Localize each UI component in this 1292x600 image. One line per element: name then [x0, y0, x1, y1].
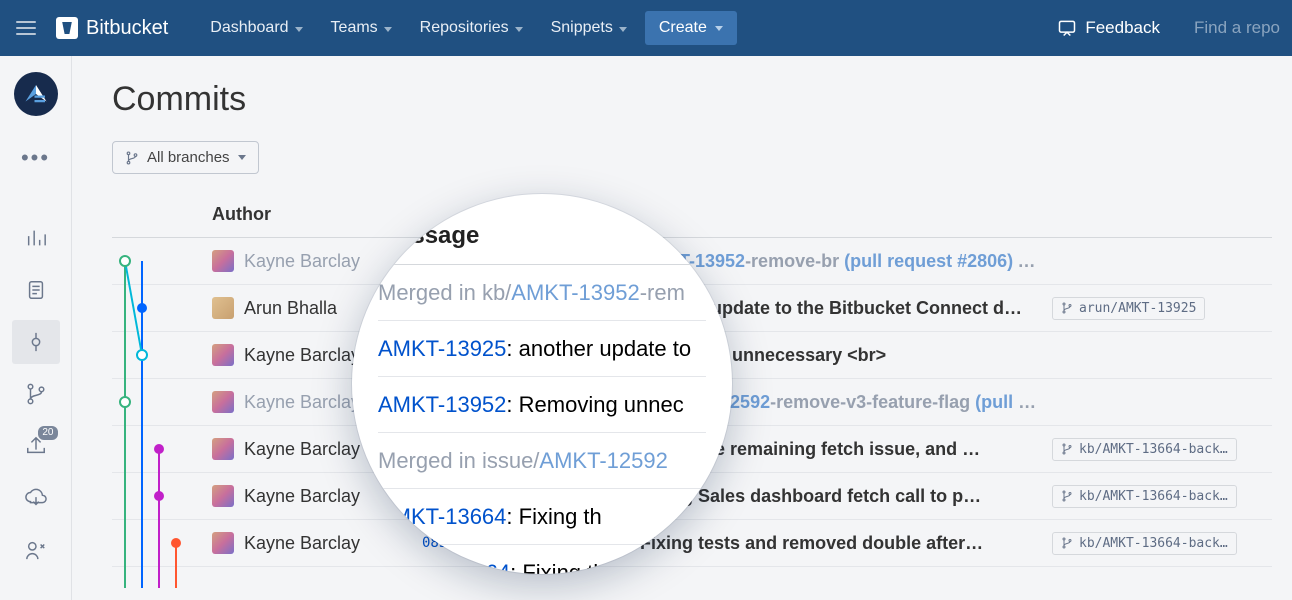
menu-icon[interactable]: [12, 14, 40, 42]
author-name: Kayne Barclay: [244, 486, 360, 507]
branch-picker[interactable]: All branches: [112, 141, 259, 174]
branch-tag[interactable]: kb/AMKT-13664-back…: [1052, 532, 1237, 555]
rail-overview[interactable]: [12, 216, 60, 260]
avatar: [212, 344, 234, 366]
avatar: [212, 485, 234, 507]
sidebar: ••• 20: [0, 56, 72, 600]
rail-more[interactable]: •••: [12, 136, 60, 180]
issue-link[interactable]: AMKT-13952: [378, 392, 506, 418]
bitbucket-logo-icon: [56, 17, 78, 39]
lens-row: AMKT-13952: Removing unnec: [378, 377, 706, 433]
brand-text: Bitbucket: [86, 17, 168, 40]
rail-commits[interactable]: [12, 320, 60, 364]
feedback-icon: [1057, 18, 1077, 38]
avatar: [212, 438, 234, 460]
document-icon: [25, 279, 47, 301]
author-name: Kayne Barclay: [244, 439, 360, 460]
users-icon: [25, 539, 47, 561]
author-name: Arun Bhalla: [244, 298, 337, 319]
lens-row: Merged in issue/AMKT-12592: [378, 433, 706, 489]
git-graph: [112, 238, 212, 588]
commit-icon: [25, 331, 47, 353]
nav-repositories[interactable]: Repositories: [410, 11, 533, 45]
lens-row: Merged in kb/AMKT-13952-rem: [378, 265, 706, 321]
avatar: [212, 532, 234, 554]
branch-tag[interactable]: kb/AMKT-13664-back…: [1052, 485, 1237, 508]
avatar: [212, 297, 234, 319]
commit-row[interactable]: Kayne Barclay0856f15AMKT-13664: Fixing t…: [112, 520, 1272, 567]
feedback-link[interactable]: Feedback: [1047, 18, 1170, 38]
lens-row: AMKT-13925: another update to: [378, 321, 706, 377]
rail-source[interactable]: [12, 268, 60, 312]
avatar: [212, 250, 234, 272]
create-button[interactable]: Create: [645, 11, 737, 45]
pr-link[interactable]: (pull request #2777): [975, 392, 1052, 412]
header-author: Author: [212, 204, 422, 225]
issue-link[interactable]: AMKT-13952: [511, 280, 639, 306]
upload-badge: 20: [38, 426, 57, 440]
rail-settings[interactable]: [12, 528, 60, 572]
table-header-row: Author Message: [112, 194, 1272, 238]
ellipsis-icon: •••: [21, 145, 50, 171]
nav-teams[interactable]: Teams: [321, 11, 402, 45]
cloud-download-icon: [25, 487, 47, 509]
pr-link[interactable]: (pull request #2806): [844, 251, 1013, 271]
issue-link[interactable]: AMKT-13925: [378, 336, 506, 362]
rail-branches[interactable]: [12, 372, 60, 416]
branch-tag[interactable]: kb/AMKT-13664-back…: [1052, 438, 1237, 461]
search-input[interactable]: Find a repo: [1178, 18, 1280, 38]
zoom-lens: Message Merged in kb/AMKT-13952-remAMKT-…: [352, 194, 732, 574]
rail-downloads[interactable]: [12, 476, 60, 520]
avatar: [212, 391, 234, 413]
issue-link[interactable]: AMKT-12592: [539, 448, 667, 474]
author-name: Kayne Barclay: [244, 251, 360, 272]
author-name: Kayne Barclay: [244, 533, 360, 554]
author-name: Kayne Barclay: [244, 392, 360, 413]
author-name: Kayne Barclay: [244, 345, 360, 366]
top-navigation: Bitbucket Dashboard Teams Repositories S…: [0, 0, 1292, 56]
branch-tag[interactable]: arun/AMKT-13925: [1052, 297, 1205, 320]
nav-dashboard[interactable]: Dashboard: [200, 11, 312, 45]
bars-icon: [25, 227, 47, 249]
rail-uploads[interactable]: 20: [12, 424, 60, 468]
nav-snippets[interactable]: Snippets: [541, 11, 637, 45]
brand-link[interactable]: Bitbucket: [56, 17, 168, 40]
project-avatar[interactable]: [14, 72, 58, 116]
branch-icon: [25, 383, 47, 405]
branch-icon: [125, 151, 139, 165]
page-title: Commits: [112, 80, 1272, 119]
